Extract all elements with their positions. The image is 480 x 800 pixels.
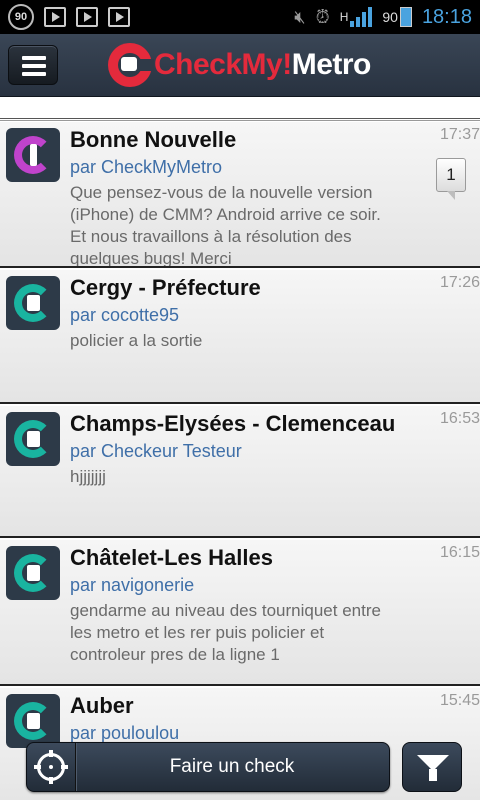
checkmymetro-icon [6, 546, 60, 600]
app-header: CheckMy!Metro [0, 34, 480, 97]
status-bar: 90 🔇︎ ⏰︎ H 90 18:18 [0, 0, 480, 34]
item-message: hjjjjjjj [70, 467, 106, 486]
item-author[interactable]: par Checkeur Testeur [70, 441, 242, 462]
item-title: Cergy - Préfecture [70, 275, 261, 300]
play-store-icon [44, 7, 66, 27]
menu-button[interactable] [8, 45, 58, 85]
spacer [0, 97, 480, 118]
item-time: 15:45 [439, 692, 480, 709]
checkmymetro-icon [6, 276, 60, 330]
filter-button[interactable] [402, 742, 462, 792]
item-author[interactable]: par navigonerie [70, 575, 194, 596]
item-time: 17:37 [439, 126, 480, 143]
signal-icon [350, 7, 373, 27]
checks-list[interactable]: Bonne Nouvelle par CheckMyMetro Que pens… [0, 122, 480, 800]
info-icon [6, 128, 60, 182]
app-logo: CheckMy!Metro [108, 40, 371, 90]
alarm-icon: ⏰︎ [315, 6, 330, 27]
item-time: 16:53 [439, 410, 480, 427]
checkmymetro-icon [6, 412, 60, 466]
logo-text-white: Metro [291, 48, 372, 81]
comment-count-badge[interactable]: 1 [436, 158, 466, 200]
faire-un-check-button[interactable]: Faire un check [26, 742, 390, 792]
item-title: Bonne Nouvelle [70, 127, 237, 152]
crosshair-icon [34, 750, 68, 784]
item-message: Que pensez-vous de la nouvelle version (… [70, 183, 381, 266]
network-type: H [339, 10, 349, 24]
list-item[interactable]: Cergy - Préfecture par cocotte95 policie… [0, 270, 480, 404]
item-time: 16:15 [439, 544, 480, 561]
battery-icon: 90 [382, 7, 412, 27]
notification-badge-icon: 90 [8, 4, 34, 30]
item-author[interactable]: par cocotte95 [70, 305, 179, 326]
mute-icon: 🔇︎ [294, 6, 306, 27]
list-item[interactable]: Champs-Elysées - Clemenceau par Checkeur… [0, 406, 480, 538]
check-button-label: Faire un check [169, 756, 295, 777]
checkmymetro-icon [6, 694, 60, 748]
battery-level: 90 [382, 9, 398, 25]
divider [0, 118, 480, 121]
list-item[interactable]: Bonne Nouvelle par CheckMyMetro Que pens… [0, 122, 480, 268]
item-author[interactable]: par CheckMyMetro [70, 157, 222, 178]
item-author[interactable]: par pouloulou [70, 723, 179, 744]
play-store-icon [108, 7, 130, 27]
item-title: Auber [70, 693, 134, 718]
item-message: gendarme au niveau des tourniquet entre … [70, 601, 381, 664]
item-title: Châtelet-Les Halles [70, 545, 273, 570]
metro-logo-icon [108, 43, 154, 87]
logo-text-red: CheckMy! [154, 48, 292, 81]
item-title: Champs-Elysées - Clemenceau [70, 411, 396, 436]
item-time: 17:26 [439, 274, 480, 291]
list-item[interactable]: Châtelet-Les Halles par navigonerie gend… [0, 540, 480, 686]
play-store-icon [76, 7, 98, 27]
clock: 18:18 [421, 5, 472, 28]
item-message: policier a la sortie [70, 331, 203, 350]
